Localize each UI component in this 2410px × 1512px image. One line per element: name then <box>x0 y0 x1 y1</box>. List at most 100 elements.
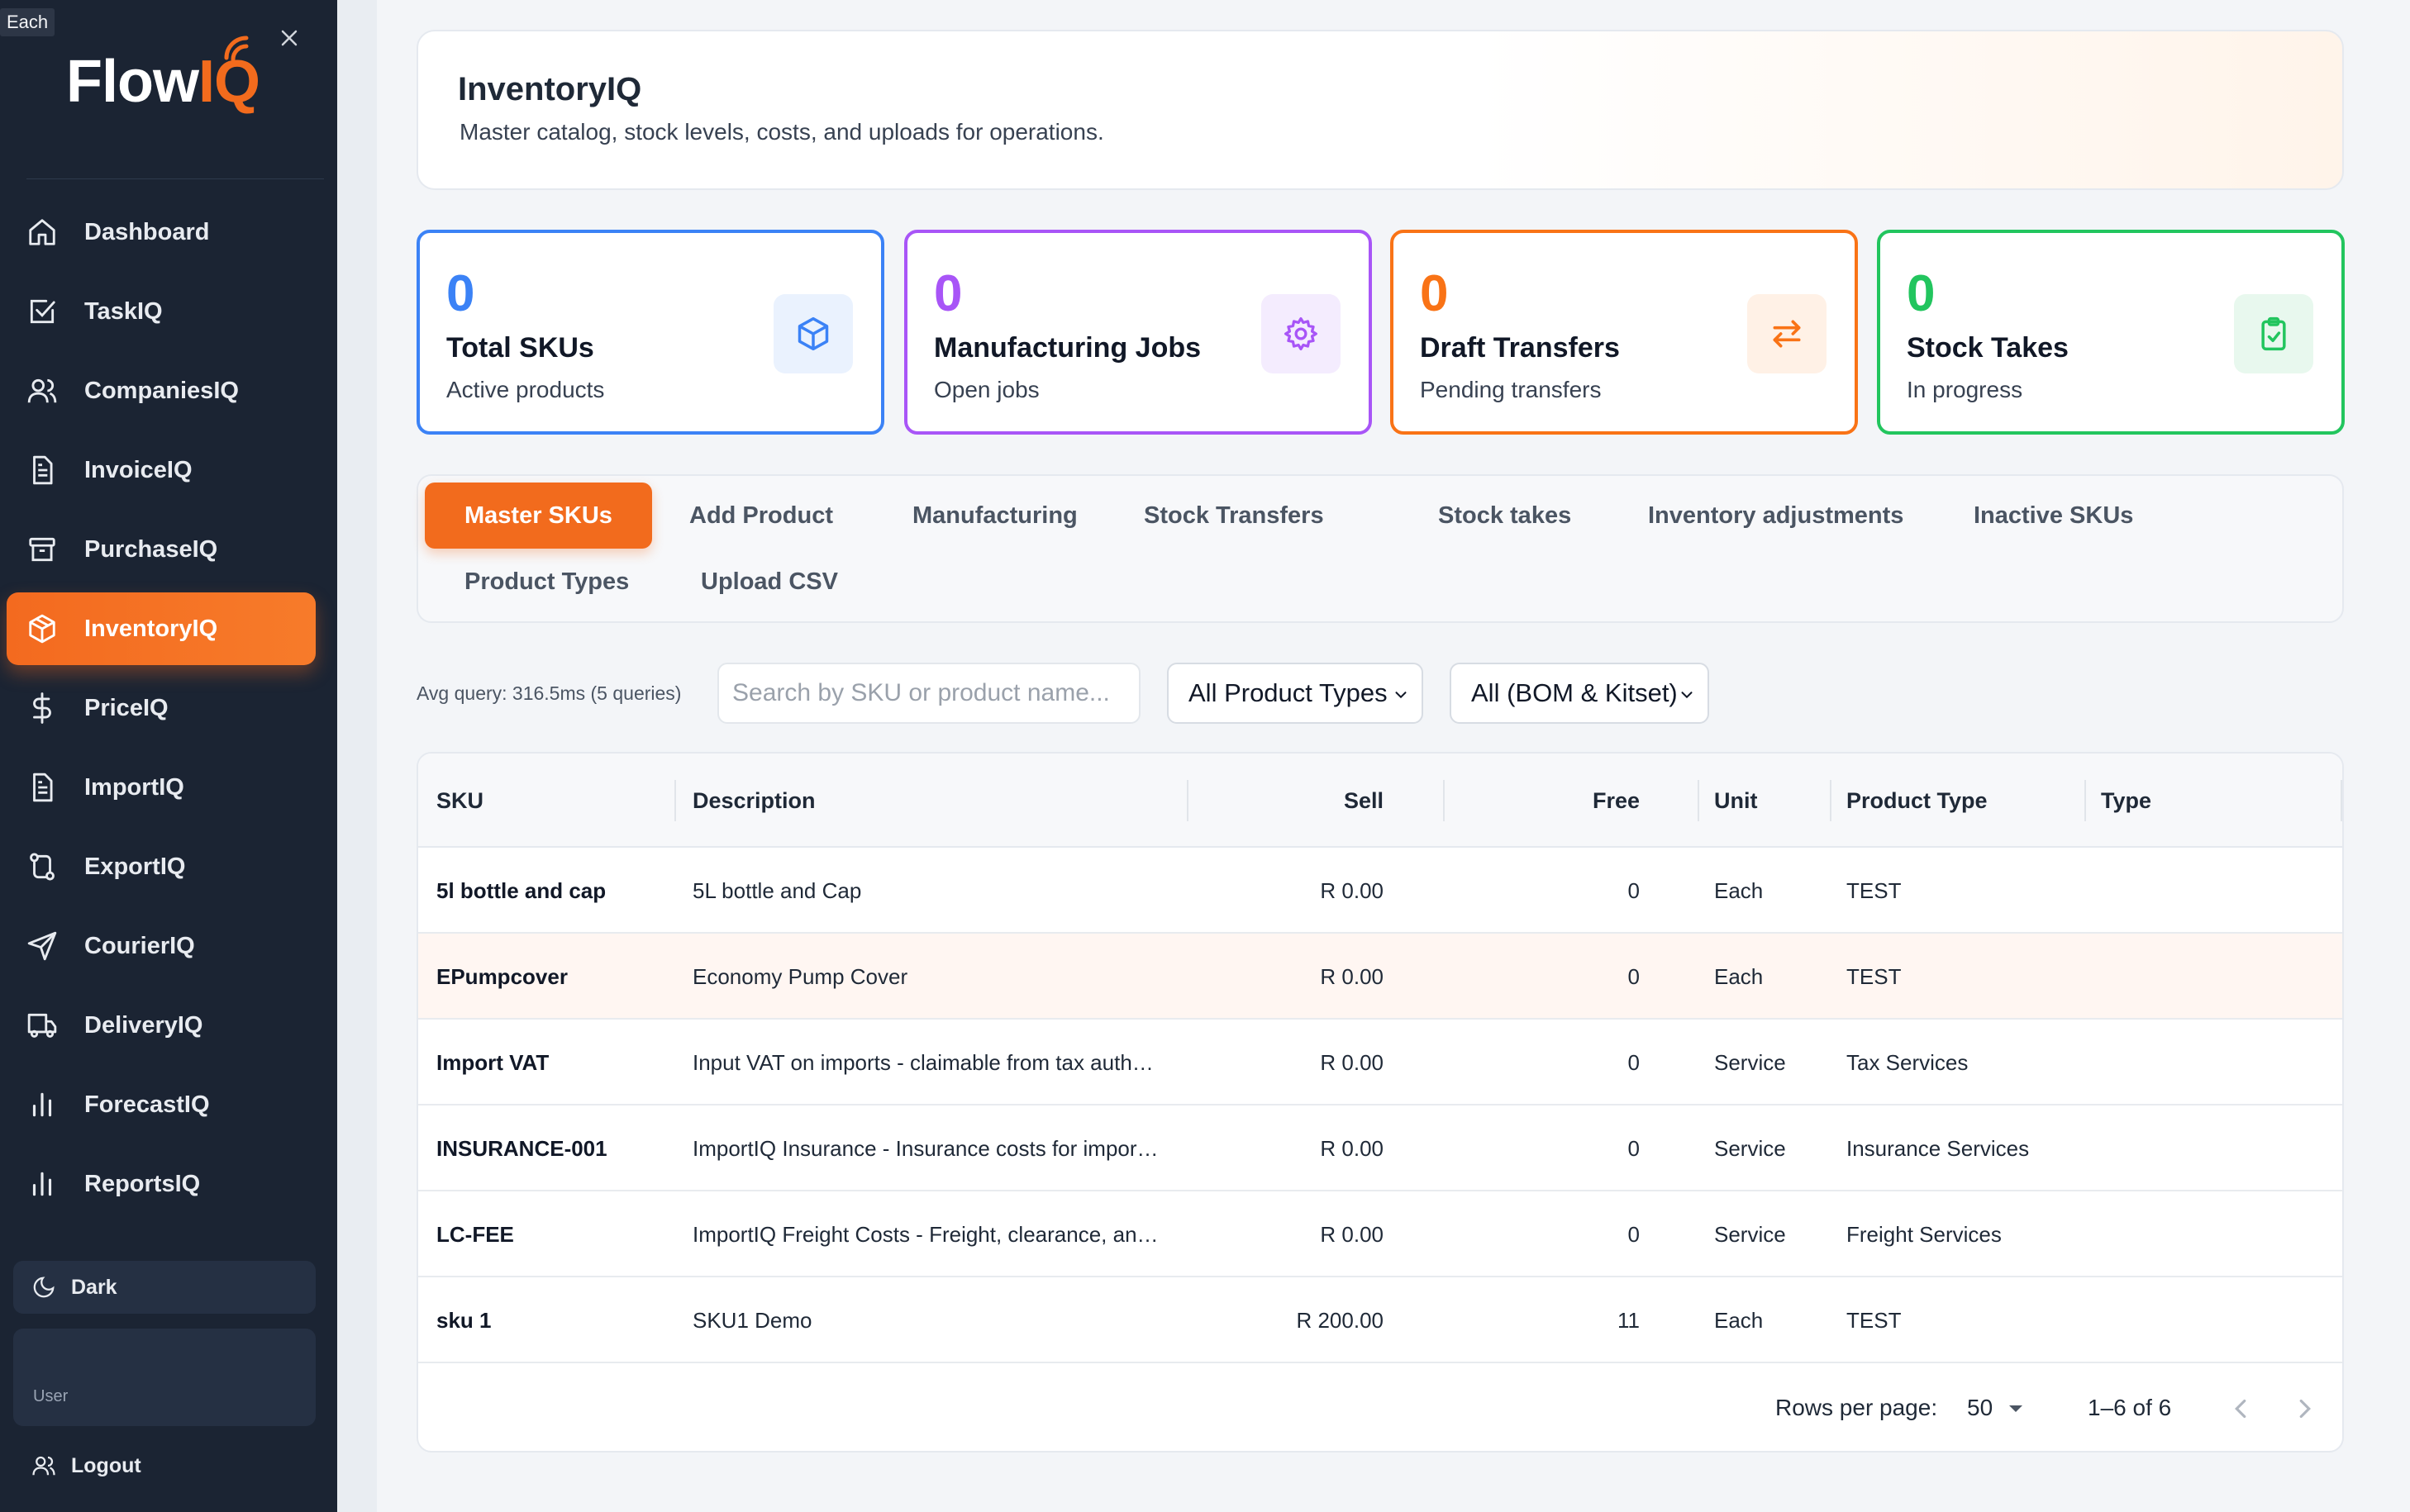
cell-description: ImportIQ Freight Costs - Freight, cleara… <box>693 1222 1159 1247</box>
column-divider[interactable] <box>2341 780 2342 821</box>
column-divider[interactable] <box>674 780 676 821</box>
sidebar-item-purchaseiq[interactable]: PurchaseIQ <box>7 513 316 586</box>
column-header-description[interactable]: Description <box>693 754 816 848</box>
column-divider[interactable] <box>1443 780 1445 821</box>
close-icon <box>281 30 298 46</box>
wifi-icon <box>224 36 249 62</box>
cell-free: 0 <box>1627 878 1640 903</box>
bar-chart-icon <box>25 1167 60 1201</box>
route-icon <box>25 849 60 884</box>
query-stats: Avg query: 316.5ms (5 queries) <box>417 682 682 704</box>
sidebar-item-priceiq[interactable]: PriceIQ <box>7 672 316 744</box>
document-icon <box>25 770 60 805</box>
cell-unit: Each <box>1714 964 1764 989</box>
sidebar-item-forecastiq[interactable]: ForecastIQ <box>7 1068 316 1141</box>
sidebar-item-exportiq[interactable]: ExportIQ <box>7 830 316 903</box>
column-header-sell[interactable]: Sell <box>1203 754 1384 848</box>
gear-icon <box>1261 294 1341 373</box>
chevron-left-icon[interactable] <box>2225 1393 2256 1424</box>
tab-stock-transfers[interactable]: Stock Transfers <box>1104 483 1364 549</box>
stat-title: Total SKUs <box>446 332 594 364</box>
user-card[interactable]: User <box>13 1329 316 1426</box>
sidebar-item-label: ForecastIQ <box>84 1091 210 1118</box>
rows-per-page-select[interactable]: 50 <box>1967 1395 1993 1421</box>
dark-mode-toggle[interactable]: Dark <box>13 1261 316 1314</box>
stat-card-stock-takes[interactable]: 0 Stock Takes In progress <box>1877 230 2345 435</box>
column-header-sku[interactable]: SKU <box>436 754 483 848</box>
cell-sku: Import VAT <box>436 1050 550 1075</box>
cell-unit: Service <box>1714 1136 1786 1161</box>
page-header: InventoryIQ Master catalog, stock levels… <box>417 30 2344 190</box>
stat-card-draft-transfers[interactable]: 0 Draft Transfers Pending transfers <box>1390 230 1858 435</box>
column-divider[interactable] <box>1830 780 1831 821</box>
stat-title: Draft Transfers <box>1420 332 1620 364</box>
cell-unit: Each <box>1714 878 1764 903</box>
sidebar-item-label: InventoryIQ <box>84 615 218 642</box>
column-divider[interactable] <box>2084 780 2086 821</box>
sidebar-item-dashboard[interactable]: Dashboard <box>7 196 316 269</box>
product-type-select-value: All Product Types <box>1188 678 1388 707</box>
column-divider[interactable] <box>1698 780 1699 821</box>
stat-card-total-skus[interactable]: 0 Total SKUs Active products <box>417 230 884 435</box>
chevron-down-icon <box>1681 692 1693 699</box>
tab-inactive-skus[interactable]: Inactive SKUs <box>1934 483 2173 549</box>
sidebar-item-reportsiq[interactable]: ReportsIQ <box>7 1148 316 1220</box>
box-icon <box>25 611 60 646</box>
column-header-unit[interactable]: Unit <box>1714 754 1757 848</box>
column-header-free[interactable]: Free <box>1460 754 1640 848</box>
table-row[interactable]: Import VAT Input VAT on imports - claima… <box>418 1020 2342 1105</box>
cell-description: 5L bottle and Cap <box>693 878 862 903</box>
stat-card-manufacturing-jobs[interactable]: 0 Manufacturing Jobs Open jobs <box>904 230 1372 435</box>
caret-down-icon[interactable] <box>2007 1403 2025 1415</box>
checkbox-icon <box>25 294 60 329</box>
sidebar-item-label: InvoiceIQ <box>84 456 193 483</box>
tab-add-product[interactable]: Add Product <box>650 483 873 549</box>
tab-upload-csv[interactable]: Upload CSV <box>661 549 878 615</box>
column-header-type[interactable]: Type <box>2101 754 2151 848</box>
dollar-icon <box>25 691 60 725</box>
tab-manufacturing[interactable]: Manufacturing <box>873 483 1117 549</box>
tab-product-types[interactable]: Product Types <box>425 549 669 615</box>
cell-product-type: TEST <box>1846 1308 1902 1333</box>
bom-kitset-select[interactable]: All (BOM & Kitset) <box>1450 663 1709 724</box>
table-row[interactable]: EPumpcover Economy Pump Cover R 0.00 0 E… <box>418 934 2342 1020</box>
stat-subtitle: In progress <box>1907 377 2023 402</box>
cell-free: 0 <box>1627 964 1640 989</box>
search-input[interactable] <box>717 663 1141 724</box>
table-row[interactable]: LC-FEE ImportIQ Freight Costs - Freight,… <box>418 1191 2342 1277</box>
close-sidebar-button[interactable] <box>274 23 304 53</box>
cell-product-type: Insurance Services <box>1846 1136 2030 1161</box>
column-header-product-type[interactable]: Product Type <box>1846 754 1988 848</box>
cell-product-type: Tax Services <box>1846 1050 1969 1075</box>
table-row[interactable]: INSURANCE-001 ImportIQ Insurance - Insur… <box>418 1105 2342 1191</box>
cell-description: ImportIQ Insurance - Insurance costs for… <box>693 1136 1159 1161</box>
cube-icon <box>774 294 853 373</box>
sidebar-item-companiesiq[interactable]: CompaniesIQ <box>7 354 316 427</box>
column-divider[interactable] <box>1187 780 1188 821</box>
cell-description: Economy Pump Cover <box>693 964 908 989</box>
tab-master-skus[interactable]: Master SKUs <box>425 483 652 549</box>
sidebar-item-taskiq[interactable]: TaskIQ <box>7 275 316 348</box>
clipboard-check-icon <box>2234 294 2313 373</box>
product-type-select[interactable]: All Product Types <box>1167 663 1423 724</box>
cell-unit: Service <box>1714 1050 1786 1075</box>
tab-inventory-adjustments[interactable]: Inventory adjustments <box>1608 483 1943 549</box>
sidebar-item-courieriq[interactable]: CourierIQ <box>7 910 316 982</box>
dark-mode-label: Dark <box>71 1275 117 1299</box>
sidebar-item-deliveryiq[interactable]: DeliveryIQ <box>7 989 316 1062</box>
tab-stock-takes[interactable]: Stock takes <box>1398 483 1611 549</box>
sidebar-item-invoiceiq[interactable]: InvoiceIQ <box>7 434 316 506</box>
table-row[interactable]: sku 1 SKU1 Demo R 200.00 11 Each TEST <box>418 1277 2342 1363</box>
moon-icon <box>31 1275 56 1300</box>
page-title: InventoryIQ <box>458 71 642 107</box>
sidebar-item-inventoryiq[interactable]: InventoryIQ <box>7 592 316 665</box>
bar-chart-icon <box>25 1087 60 1122</box>
logout-button[interactable]: Logout <box>13 1444 141 1487</box>
cell-unit: Each <box>1714 1308 1764 1333</box>
sidebar-divider <box>26 178 324 179</box>
chevron-right-icon[interactable] <box>2289 1393 2321 1424</box>
sidebar-item-importiq[interactable]: ImportIQ <box>7 751 316 824</box>
sidebar-item-label: Dashboard <box>84 218 210 245</box>
stat-value: 0 <box>1907 265 1936 322</box>
table-row[interactable]: 5l bottle and cap 5L bottle and Cap R 0.… <box>418 848 2342 934</box>
